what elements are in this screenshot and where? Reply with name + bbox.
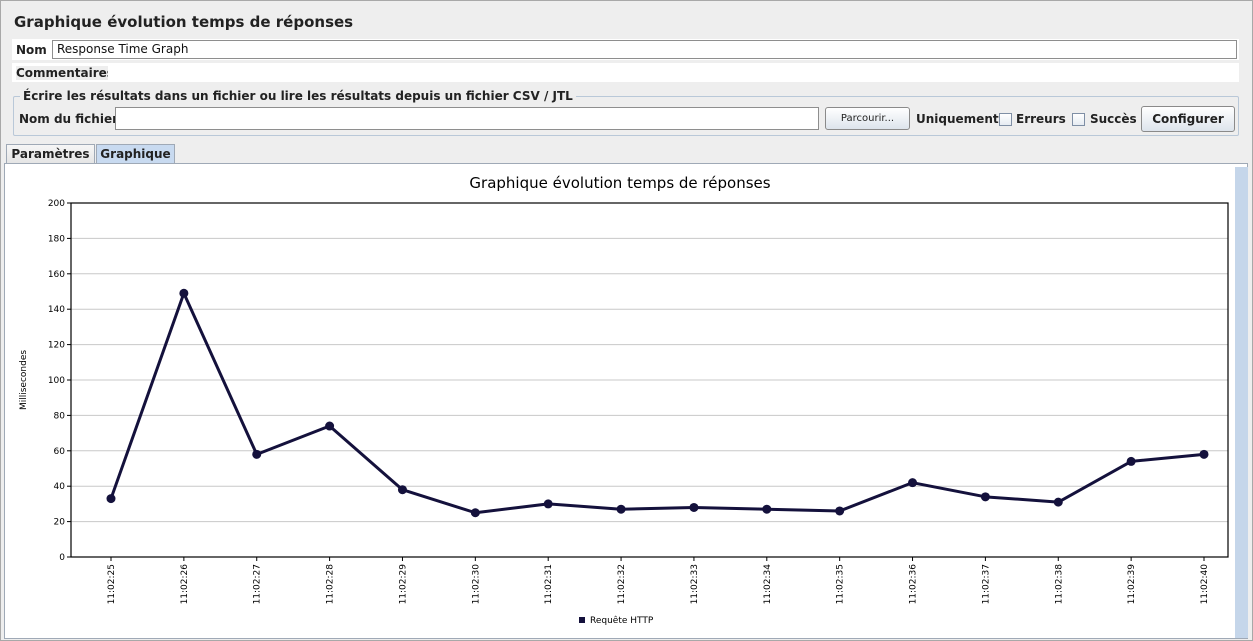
y-tick-label: 40 [54,482,66,492]
data-point [980,492,990,502]
data-point [325,421,335,431]
y-tick-label: 0 [59,553,65,563]
name-label: Nom : [16,43,56,57]
x-tick-label: 11:02:27 [253,564,263,604]
chart-legend: Requête HTTP [579,615,654,626]
legend-label: Requête HTTP [590,615,654,626]
y-axis-ticks: 0 20 40 60 80 100 120 140 160 180 200 [48,199,71,563]
y-tick-label: 140 [48,305,65,315]
x-tick-label: 11:02:25 [107,564,117,604]
y-tick-label: 60 [54,447,66,457]
data-point [1126,456,1136,466]
data-point [762,504,772,514]
x-tick-label: 11:02:34 [763,564,773,605]
filename-input[interactable] [115,107,819,130]
x-tick-label: 11:02:40 [1200,564,1210,605]
x-tick-label: 11:02:29 [398,564,408,605]
y-tick-label: 20 [54,518,66,528]
file-fieldset-legend: Écrire les résultats dans un fichier ou … [20,89,576,103]
y-tick-label: 100 [48,376,65,386]
y-tick-label: 160 [48,270,65,280]
data-point [908,478,918,488]
data-point [252,449,262,459]
x-tick-label: 11:02:28 [326,564,336,605]
tab-parametres[interactable]: Paramètres [6,144,95,164]
data-point [397,485,407,495]
y-tick-label: 80 [54,411,66,421]
y-tick-label: 120 [48,341,65,351]
x-tick-label: 11:02:36 [909,564,919,605]
success-checkbox[interactable] [1072,113,1085,126]
data-point [106,494,116,504]
x-tick-label: 11:02:37 [981,564,991,604]
data-point [835,506,845,516]
data-point [689,502,699,512]
data-point [1199,449,1209,459]
tab-graphique[interactable]: Graphique [96,144,175,164]
browse-button[interactable]: Parcourir... [825,107,910,130]
configure-button[interactable]: Configurer [1141,106,1235,132]
x-tick-label: 11:02:35 [836,564,846,604]
panel-title: Graphique évolution temps de réponses [14,13,354,31]
filename-label: Nom du fichier : [19,112,127,126]
comments-input[interactable] [108,64,1237,81]
x-tick-label: 11:02:39 [1127,564,1137,605]
x-tick-label: 11:02:38 [1054,564,1064,605]
chart-grid [71,237,1228,523]
success-label: Succès [1090,112,1137,126]
data-point [1053,497,1063,507]
legend-swatch [579,617,585,623]
x-tick-label: 11:02:26 [180,564,190,605]
errors-checkbox[interactable] [999,113,1012,126]
y-tick-label: 180 [48,234,65,244]
chart-title: Graphique évolution temps de réponses [469,174,770,192]
errors-label: Erreurs [1016,112,1066,126]
y-axis-label: Millisecondes [19,350,29,410]
x-tick-label: 11:02:30 [471,564,481,605]
x-tick-label: 11:02:32 [617,564,627,604]
data-point [470,508,480,518]
x-tick-label: 11:02:31 [544,564,554,604]
data-point [616,504,626,514]
series-line [109,291,1205,515]
x-axis-ticks: 11:02:25 11:02:26 11:02:27 11:02:28 11:02:29… [107,557,1210,604]
x-tick-label: 11:02:33 [690,564,700,604]
response-time-chart: Graphique évolution temps de réponses Mi… [19,174,1229,626]
data-point [179,288,189,298]
right-side-bar [1235,167,1248,638]
series-layer [106,288,1209,518]
data-point [543,499,553,509]
y-tick-label: 200 [48,199,65,209]
name-input[interactable]: Response Time Graph [52,40,1237,59]
only-label: Uniquement : [916,112,1008,126]
